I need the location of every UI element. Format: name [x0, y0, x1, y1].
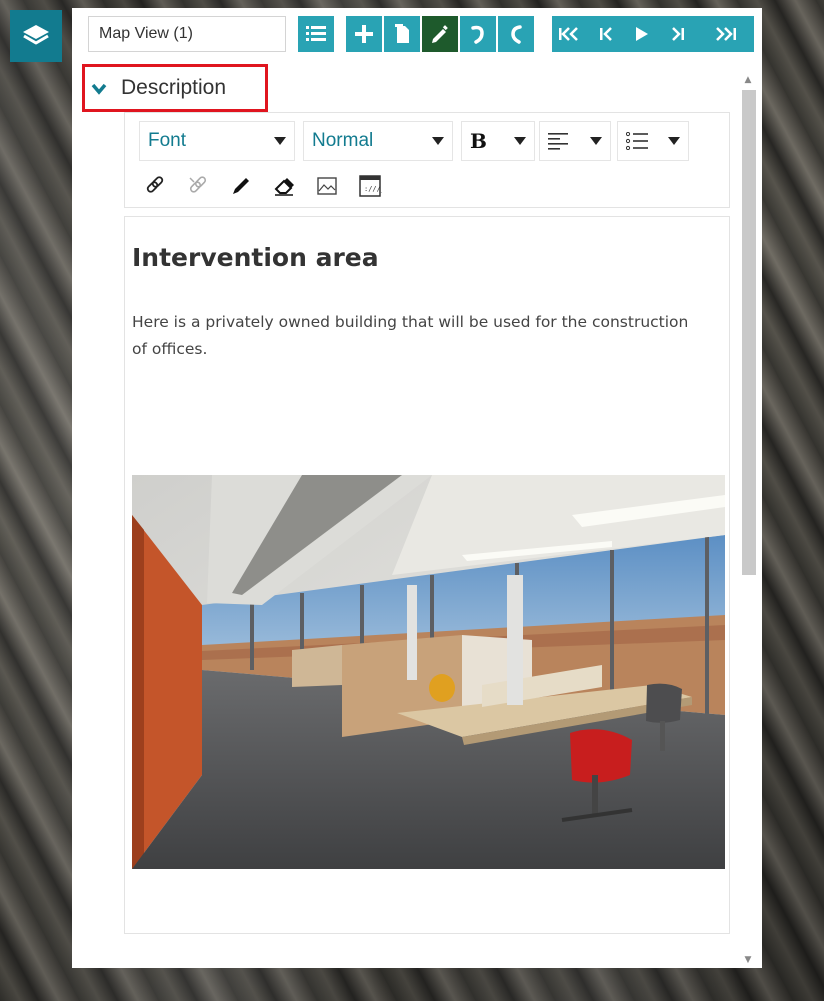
- list-select[interactable]: [617, 121, 689, 161]
- layers-icon: [23, 25, 49, 45]
- toolbar: [72, 8, 762, 60]
- pen-button[interactable]: [225, 171, 257, 201]
- chevron-down-icon: [668, 137, 680, 145]
- source-icon: :///_: [359, 175, 382, 197]
- document-heading: Intervention area: [132, 243, 379, 272]
- pen-icon: [233, 178, 249, 194]
- link-icon: [146, 176, 164, 193]
- view-name-input[interactable]: [88, 16, 286, 52]
- office-photo: [132, 475, 725, 869]
- insert-link-button[interactable]: [139, 171, 171, 201]
- document-body: Here is a privately owned building that …: [132, 313, 689, 358]
- redo-button[interactable]: [498, 16, 534, 52]
- insert-image-button[interactable]: [311, 171, 343, 201]
- list-button[interactable]: [298, 16, 334, 52]
- previous-icon: [600, 27, 612, 41]
- align-left-icon: [548, 133, 568, 150]
- image-icon: [317, 177, 337, 195]
- chevron-down-icon: [432, 137, 444, 145]
- add-button[interactable]: [346, 16, 382, 52]
- unlink-icon: [189, 176, 207, 193]
- bold-select[interactable]: B: [461, 121, 535, 161]
- play-icon: [636, 27, 648, 41]
- svg-text::///_: :///_: [364, 185, 382, 193]
- size-select-value: Normal: [312, 130, 374, 151]
- scroll-thumb[interactable]: [742, 90, 756, 575]
- section-title: Description: [121, 76, 227, 99]
- copy-button[interactable]: [384, 16, 420, 52]
- last-button[interactable]: [696, 16, 754, 52]
- chevron-down-icon: [91, 76, 107, 100]
- first-button[interactable]: [552, 16, 588, 52]
- layers-button[interactable]: [10, 10, 62, 62]
- font-select-value: Font: [148, 130, 187, 151]
- align-select[interactable]: [539, 121, 611, 161]
- font-select[interactable]: Font: [139, 121, 295, 161]
- chevron-down-icon: [590, 137, 602, 145]
- bullet-list-icon: [626, 132, 648, 150]
- undo-button[interactable]: [460, 16, 496, 52]
- editor-toolbar: Font Normal B:///: [124, 112, 730, 208]
- chevron-down-icon: [274, 137, 286, 145]
- panel-scrollbar[interactable]: ▲ ▼: [738, 72, 758, 968]
- list-icon: [306, 26, 326, 41]
- redo-icon: [511, 25, 522, 44]
- remove-link-button[interactable]: [182, 171, 214, 201]
- next-icon: [672, 27, 684, 41]
- editor-icon-row: :///_: [139, 171, 397, 201]
- scroll-down-icon[interactable]: ▼: [738, 952, 758, 968]
- source-code-button[interactable]: :///_: [354, 171, 386, 201]
- last-icon: [716, 27, 736, 41]
- play-button[interactable]: [624, 16, 660, 52]
- previous-button[interactable]: [588, 16, 624, 52]
- chevron-down-icon: [514, 137, 526, 145]
- clear-format-button[interactable]: [268, 171, 300, 201]
- description-panel: Description Font Normal B: [72, 8, 762, 968]
- first-icon: [559, 27, 578, 41]
- editor-content[interactable]: Intervention area Here is a privately ow…: [124, 216, 730, 934]
- eraser-icon: [274, 178, 294, 196]
- copy-icon: [395, 24, 409, 43]
- scroll-up-icon[interactable]: ▲: [738, 72, 758, 88]
- edit-button[interactable]: [422, 16, 458, 52]
- undo-icon: [471, 25, 484, 44]
- bold-icon: B: [470, 129, 487, 153]
- next-button[interactable]: [660, 16, 696, 52]
- size-select[interactable]: Normal: [303, 121, 453, 161]
- edit-icon: [432, 25, 448, 43]
- description-section-header[interactable]: Description: [82, 64, 268, 112]
- add-icon: [355, 25, 373, 43]
